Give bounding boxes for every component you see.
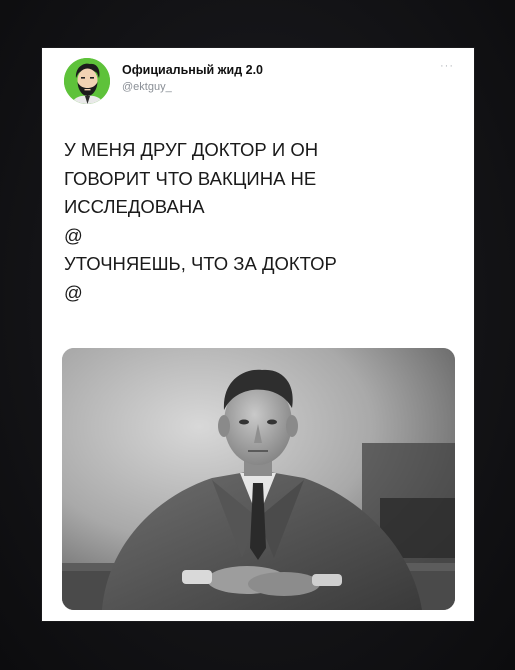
portrait-photo-illustration	[62, 348, 455, 610]
tweet-photo[interactable]	[62, 348, 455, 610]
avatar-illustration-icon	[64, 58, 110, 104]
avatar[interactable]	[64, 58, 110, 104]
tweet-line: @	[64, 224, 83, 246]
tweet-line: @	[64, 281, 83, 303]
tweet-line: УТОЧНЯЕШЬ, ЧТО ЗА ДОКТОР	[64, 253, 337, 274]
tweet-line: ГОВОРИТ ЧТО ВАКЦИНА НЕ	[64, 167, 317, 189]
tweet-line: ИССЛЕДОВАНА	[64, 196, 205, 217]
tweet-text: У МЕНЯ ДРУГ ДОКТОР И ОН ГОВОРИТ ЧТО ВАКЦ…	[64, 136, 454, 307]
author-name[interactable]: Официальный жид 2.0	[122, 63, 263, 77]
tweet-card: Официальный жид 2.0 @ektguy_ ··· У МЕНЯ …	[42, 48, 474, 621]
author-handle[interactable]: @ektguy_	[122, 81, 172, 93]
more-options-icon[interactable]: ···	[440, 60, 454, 72]
tweet-line: У МЕНЯ ДРУГ ДОКТОР И ОН	[64, 139, 319, 160]
